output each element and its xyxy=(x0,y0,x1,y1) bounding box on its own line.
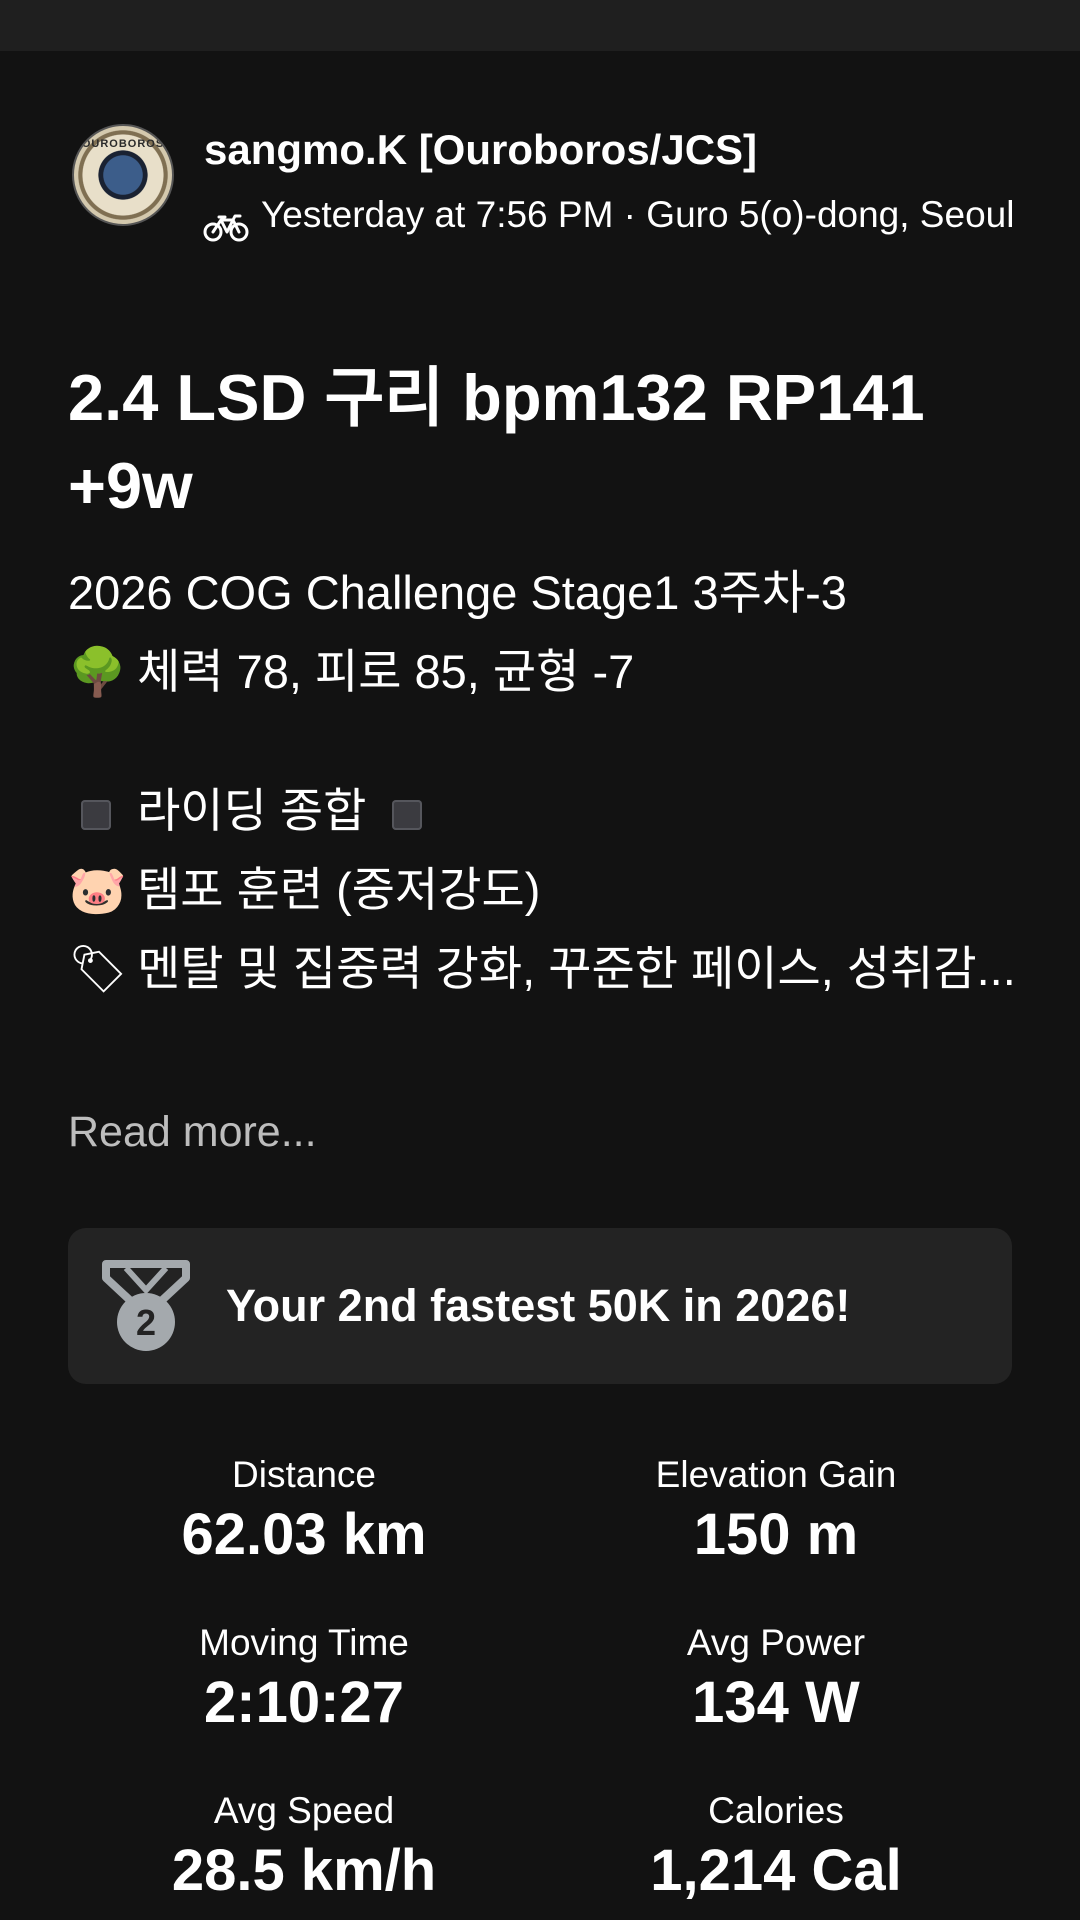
top-bar xyxy=(0,0,1080,51)
stat-distance: Distance 62.03 km xyxy=(68,1452,540,1572)
description-line: 2026 COG Challenge Stage1 3주차-3 xyxy=(68,566,847,619)
description-text: 멘탈 및 집중력 강화, 꾸준한 페이스, 성취감... xyxy=(137,942,1016,995)
avatar-logo-text: OUROBOROS xyxy=(81,138,165,150)
description-text: 템포 훈련 (중저강도) xyxy=(137,863,541,916)
stat-calories: Calories 1,214 Cal xyxy=(540,1788,1012,1908)
tree-icon: 🌳 xyxy=(68,645,127,700)
description-line: 라이딩 종합 xyxy=(68,771,1028,850)
stat-label: Avg Speed xyxy=(213,1790,395,1831)
square-icon xyxy=(379,772,435,851)
stat-label: Elevation Gain xyxy=(655,1454,897,1495)
stat-value: 1,214 Cal xyxy=(650,1838,902,1903)
activity-title[interactable]: 2.4 LSD 구리 bpm132 RP141 +9w xyxy=(68,354,1028,530)
stat-value: 2:10:27 xyxy=(204,1670,404,1735)
activity-time-location: Yesterday at 7:56 PM · Guro 5(o)-dong, S… xyxy=(261,194,1015,235)
medal-icon: 2 xyxy=(102,1260,190,1351)
stat-elevation-gain: Elevation Gain 150 m xyxy=(540,1452,1012,1572)
stat-value: 134 W xyxy=(692,1670,860,1735)
stat-avg-power: Avg Power 134 W xyxy=(540,1620,1012,1740)
stat-label: Moving Time xyxy=(199,1622,409,1663)
description-line: 🌳 체력 78, 피로 85, 균형 -7 xyxy=(68,632,1028,711)
stat-avg-speed: Avg Speed 28.5 km/h xyxy=(68,1788,540,1908)
description-line: 🏷 멘탈 및 집중력 강화, 꾸준한 페이스, 성취감... xyxy=(68,929,1028,1009)
stat-label: Distance xyxy=(232,1454,376,1495)
stat-label: Avg Power xyxy=(686,1622,866,1663)
bike-icon xyxy=(203,214,249,242)
stat-value: 62.03 km xyxy=(181,1502,427,1567)
achievement-text: Your 2nd fastest 50K in 2026! xyxy=(226,1280,851,1331)
description-line: 🐷 템포 훈련 (중저강도) xyxy=(68,850,1028,929)
square-icon xyxy=(68,772,124,851)
description-text: 체력 78, 피로 85, 균형 -7 xyxy=(137,645,635,698)
pig-icon: 🐷 xyxy=(68,863,127,918)
description-text: 라이딩 종합 xyxy=(137,784,367,837)
athlete-avatar[interactable]: OUROBOROS xyxy=(72,124,174,226)
achievement-card[interactable]: 2 Your 2nd fastest 50K in 2026! xyxy=(68,1228,1012,1384)
activity-header: OUROBOROS sangmo.K [Ouroboros/JCS] Yeste… xyxy=(72,124,1022,284)
activity-description: 2026 COG Challenge Stage1 3주차-3 🌳 체력 78,… xyxy=(68,553,1028,1009)
stat-value: 150 m xyxy=(693,1502,859,1567)
stat-label: Calories xyxy=(708,1790,844,1831)
read-more-link[interactable]: Read more... xyxy=(68,1102,317,1162)
athlete-name[interactable]: sangmo.K [Ouroboros/JCS] xyxy=(204,124,757,176)
stat-moving-time: Moving Time 2:10:27 xyxy=(68,1620,540,1740)
stat-value: 28.5 km/h xyxy=(171,1838,437,1903)
svg-text:2: 2 xyxy=(136,1302,156,1343)
tag-icon: 🏷 xyxy=(68,942,128,997)
